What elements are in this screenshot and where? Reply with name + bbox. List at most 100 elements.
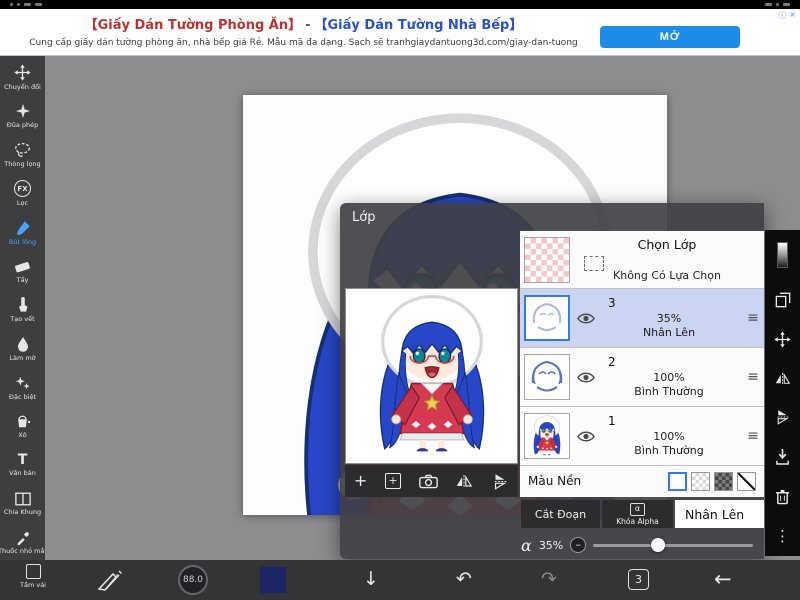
tool-eraser[interactable]: Tẩy: [0, 252, 45, 291]
transform-icon: [14, 64, 31, 81]
merge-down-icon[interactable]: [775, 448, 790, 465]
tool-blur[interactable]: Làm mờ: [0, 330, 45, 369]
status-bar: [0, 0, 800, 9]
blend-mode-dropdown[interactable]: Nhân Lên: [675, 500, 764, 528]
flip-horizontal-icon[interactable]: [774, 372, 791, 386]
smudge-finger-icon: [17, 297, 29, 313]
bg-swatch-transparent-dark[interactable]: [714, 472, 733, 491]
collapse-toolbar-icon[interactable]: ↓: [363, 567, 379, 591]
layer-thumbnail[interactable]: [524, 413, 570, 459]
selection-thumbnail: [524, 237, 570, 283]
tool-label: Tạo vết: [10, 315, 34, 323]
tool-label: Đặc biệt: [9, 393, 36, 401]
opacity-decrease-button[interactable]: –: [570, 537, 586, 553]
add-special-layer-icon[interactable]: +: [385, 473, 401, 489]
opacity-control-row: α 35% –: [521, 533, 761, 557]
tool-label: Bút lông: [9, 238, 36, 246]
tool-filter[interactable]: FX Lọc: [0, 174, 45, 213]
canvas-icon: [26, 564, 41, 579]
bg-swatch-none[interactable]: [737, 472, 756, 491]
drag-handle-icon[interactable]: ≡: [742, 428, 764, 444]
visibility-eye-icon[interactable]: [576, 371, 596, 384]
blur-drop-icon: [17, 336, 29, 352]
bg-swatch-transparent-light[interactable]: [691, 472, 710, 491]
ad-title-red: 【Giấy Dán Tường Phòng Ăn】: [85, 18, 302, 33]
undo-button[interactable]: ↶: [456, 567, 472, 591]
drag-handle-icon[interactable]: ≡: [742, 369, 764, 385]
tool-label: Chia Khung: [4, 508, 41, 516]
color-bar-icon[interactable]: [777, 242, 788, 268]
layer-row-3[interactable]: 3 35% Nhân Lên ≡: [520, 289, 764, 348]
layer-opacity: 100%: [596, 430, 742, 444]
ad-title-blue: 【Giấy Dán Tường Nhà Bếp】: [315, 18, 523, 33]
layer-blend-mode: Bình Thường: [596, 444, 742, 458]
eraser-icon: [14, 259, 31, 274]
opacity-slider-knob[interactable]: [651, 538, 665, 552]
tool-lasso[interactable]: Thòng lọng: [0, 136, 45, 175]
ad-info-icon[interactable]: ⓘ: [778, 10, 786, 21]
tool-label: Tẩy: [17, 276, 29, 284]
bg-swatch-white[interactable]: [668, 472, 687, 491]
tool-transform[interactable]: Chuyển đổi: [0, 58, 45, 97]
selection-subtitle: Không Có Lựa Chọn: [570, 269, 764, 282]
duplicate-layer-icon[interactable]: [775, 292, 791, 308]
brush-size-indicator[interactable]: 88.0: [178, 565, 208, 595]
opacity-slider[interactable]: [593, 537, 753, 553]
alpha-lock-label: Khóa Alpha: [616, 517, 659, 526]
back-button[interactable]: ←: [714, 567, 732, 591]
background-color-label: Màu Nền: [528, 474, 581, 488]
ad-open-button[interactable]: MỞ: [600, 26, 740, 48]
opacity-value: 35%: [539, 539, 563, 552]
move-layer-icon[interactable]: [774, 331, 791, 348]
layers-button[interactable]: 3: [628, 569, 649, 590]
layers-panel: Lớp Chọn Lớp Không Có Lựa Chọn 3: [340, 203, 764, 559]
tool-label: Văn bản: [9, 469, 36, 477]
brush-pair-button[interactable]: [96, 569, 123, 595]
tool-label: Xô: [18, 431, 26, 439]
add-layer-icon[interactable]: +: [354, 473, 367, 489]
eyedropper-icon: [16, 531, 30, 545]
flip-vertical-icon[interactable]: [776, 408, 790, 425]
tool-text[interactable]: T Văn bản: [0, 446, 45, 485]
more-options-icon[interactable]: ⋮: [775, 529, 790, 544]
layer-opacity: 35%: [596, 312, 742, 326]
canvas-tool-label: Tầm vải: [10, 581, 56, 589]
flip-horizontal-icon[interactable]: [455, 474, 473, 489]
trash-icon[interactable]: [775, 488, 790, 505]
layer-thumbnail[interactable]: [524, 354, 570, 400]
layer-list: Chọn Lớp Không Có Lựa Chọn 3 35% Nhân Lê…: [520, 231, 764, 497]
clipping-button[interactable]: Cắt Đoạn: [521, 500, 600, 528]
tool-brush[interactable]: Bút lông: [0, 213, 45, 252]
status-left-icons: [10, 3, 42, 6]
frame-divider-icon: [15, 492, 31, 506]
alpha-lock-icon: α: [630, 503, 645, 516]
canvas-tool-button[interactable]: Tầm vải: [10, 564, 56, 589]
redo-button[interactable]: ↷: [541, 567, 557, 591]
layer-thumbnail[interactable]: [524, 295, 570, 341]
text-tool-icon: T: [18, 453, 28, 467]
ad-close-icon[interactable]: ×: [789, 10, 796, 21]
visibility-eye-icon[interactable]: [576, 312, 596, 325]
tool-eyedropper[interactable]: Thuốc nhỏ mắt: [0, 524, 45, 560]
alpha-lock-button[interactable]: α Khóa Alpha: [602, 500, 673, 528]
layer-row-1[interactable]: 1 100% Bình Thường ≡: [520, 407, 764, 466]
tool-special[interactable]: Đặc biệt: [0, 368, 45, 407]
tool-divide-frame[interactable]: Chia Khung: [0, 485, 45, 524]
drag-handle-icon[interactable]: ≡: [742, 310, 764, 326]
background-color-row: Màu Nền: [520, 466, 764, 496]
alpha-symbol: α: [521, 536, 532, 555]
ad-title-separator: -: [301, 18, 314, 33]
visibility-eye-icon[interactable]: [576, 430, 596, 443]
layer-row-2[interactable]: 2 100% Bình Thường ≡: [520, 348, 764, 407]
camera-import-icon[interactable]: [419, 474, 438, 489]
tool-smudge[interactable]: Tạo vết: [0, 291, 45, 330]
ad-text[interactable]: 【Giấy Dán Tường Phòng Ăn】-【Giấy Dán Tườn…: [12, 14, 595, 48]
selection-layer-row[interactable]: Chọn Lớp Không Có Lựa Chọn: [520, 231, 764, 289]
lasso-icon: [14, 142, 31, 158]
tool-bucket[interactable]: Xô: [0, 407, 45, 446]
ad-subtitle: Cung cấp giấy dán tường phòng ăn, nhà bế…: [12, 38, 595, 48]
flip-vertical-icon[interactable]: [493, 472, 508, 490]
ad-banner[interactable]: ⓘ × 【Giấy Dán Tường Phòng Ăn】-【Giấy Dán …: [0, 9, 800, 56]
tool-magic-wand[interactable]: Đũa phép: [0, 97, 45, 136]
current-color-swatch[interactable]: [260, 567, 286, 593]
